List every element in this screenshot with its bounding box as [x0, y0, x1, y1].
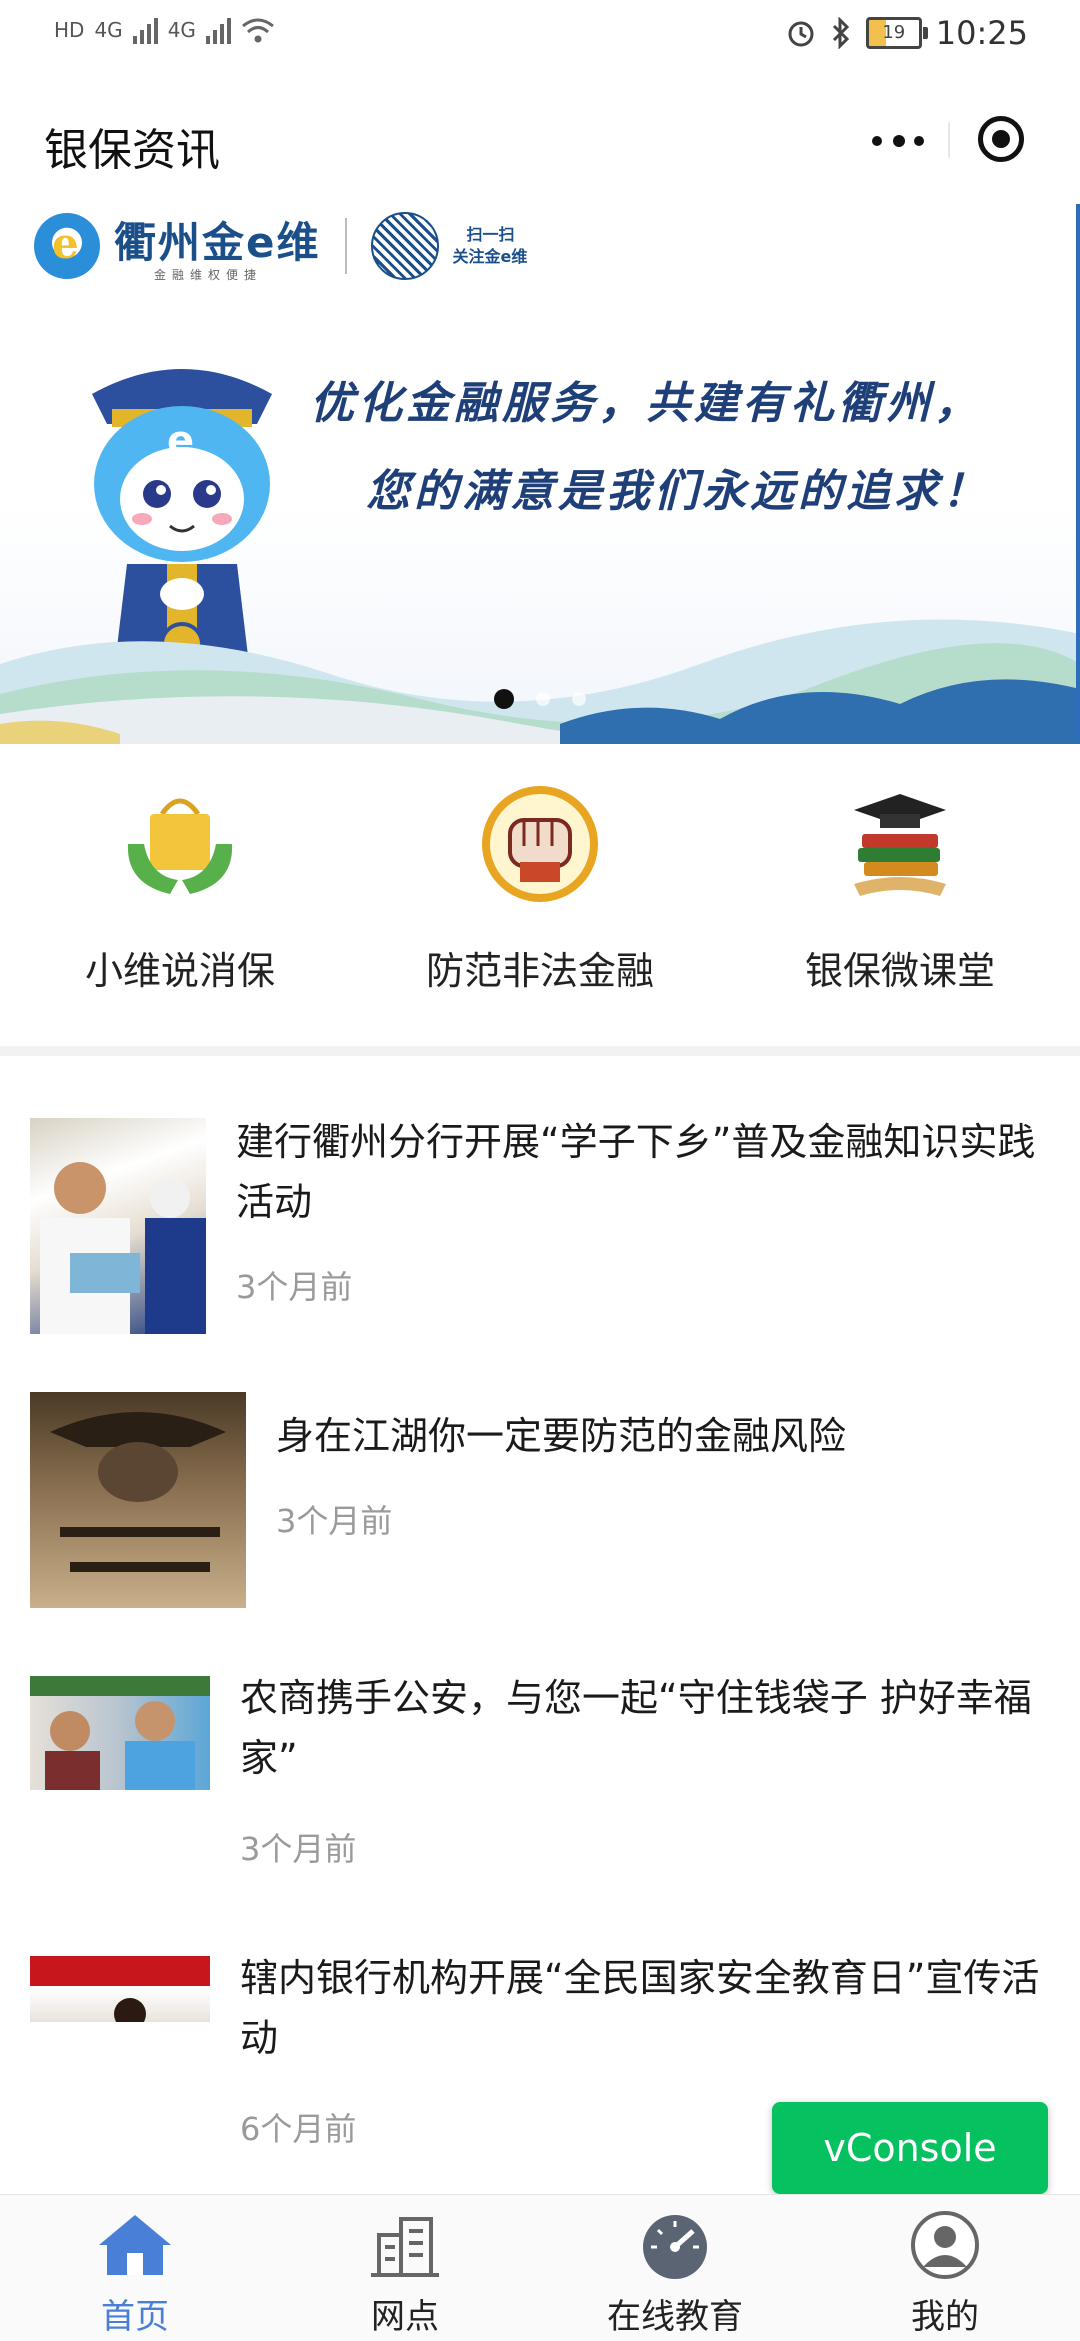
clock: 10:25: [935, 14, 1028, 52]
tab-label: 网点: [371, 2297, 439, 2337]
home-icon: [99, 2215, 171, 2275]
close-miniprogram-button[interactable]: [978, 116, 1024, 162]
brand-text: 衢州金e维 金融维权便捷: [114, 209, 321, 283]
qr-caption-line1: 扫一扫: [466, 225, 515, 244]
svg-text:e: e: [167, 418, 194, 464]
user-icon: [911, 2211, 979, 2279]
network-label-1: 4G: [94, 18, 123, 42]
news-item[interactable]: 建行衢州分行开展“学子下乡”普及金融知识实践活动 3个月前: [0, 1112, 1080, 1334]
banner-slogan: 优化金融服务，共建有礼衢州， 您的满意是我们永远的追求！: [310, 360, 1010, 536]
section-divider: [0, 1046, 1080, 1056]
brand-name: 衢州金e维: [114, 218, 321, 267]
news-thumbnail: [30, 1118, 206, 1334]
tab-mine[interactable]: 我的: [810, 2209, 1080, 2338]
page-scrollbar[interactable]: [1076, 204, 1080, 744]
news-title: 辖内银行机构开展“全民国家安全教育日”宣传活动: [240, 1956, 1040, 2060]
more-dot-icon: [914, 136, 924, 146]
building-icon: [371, 2217, 439, 2277]
more-options-button[interactable]: [868, 122, 928, 158]
qr-caption: 扫一扫 关注金e维: [453, 224, 528, 268]
news-thumbnail: [30, 1956, 210, 2022]
carousel-dot-active[interactable]: [494, 689, 514, 709]
news-thumbnail-image: [40, 1162, 206, 1334]
status-left: HD 4G 4G: [54, 16, 275, 44]
shopping-bag-hands-icon: [127, 798, 233, 894]
more-dot-icon: [872, 136, 882, 146]
news-time: 3个月前: [240, 1830, 357, 1868]
status-bar: HD 4G 4G 19 10:25: [0, 0, 1080, 78]
wifi-icon: [241, 18, 274, 43]
news-thumbnail-image: [30, 1676, 210, 1790]
news-thumbnail-image: [50, 1412, 226, 1572]
network-label-2: 4G: [167, 18, 196, 42]
news-title: 农商携手公安，与您一起“守住钱袋子 护好幸福家”: [240, 1676, 1032, 1780]
vconsole-button[interactable]: vConsole: [772, 2102, 1048, 2194]
news-time: 3个月前: [236, 1268, 353, 1306]
page-title: 银保资讯: [44, 125, 220, 176]
bluetooth-icon: [832, 17, 849, 49]
carousel-dot[interactable]: [536, 692, 550, 706]
signal-icon-2: [205, 16, 231, 44]
news-title: 建行衢州分行开展“学子下乡”普及金融知识实践活动: [236, 1120, 1036, 1224]
bottom-tab-bar: 首页 网点 在线教育 我的: [0, 2194, 1080, 2341]
brand-header: 衢州金e维 金融维权便捷 扫一扫 关注金e维: [34, 204, 527, 288]
capsule-divider: [948, 122, 950, 158]
tab-branches[interactable]: 网点: [270, 2209, 540, 2338]
status-right: 19 10:25: [786, 14, 1028, 52]
qr-code-icon: [370, 212, 439, 280]
brand-logo-icon: [34, 213, 100, 279]
fist-icon: [482, 786, 598, 902]
category-label: 防范非法金融: [425, 949, 654, 993]
news-time: 3个月前: [276, 1502, 393, 1540]
slogan-line-2: 您的满意是我们永远的追求！: [366, 466, 990, 517]
news-item[interactable]: 身在江湖你一定要防范的金融风险 3个月前: [0, 1392, 1080, 1608]
tab-label: 首页: [101, 2297, 169, 2337]
slogan-line-1: 优化金融服务，共建有礼衢州，: [310, 378, 982, 429]
tab-label: 在线教育: [607, 2297, 743, 2337]
banner-carousel[interactable]: 衢州金e维 金融维权便捷 扫一扫 关注金e维 e 优化金融服务，共建有礼衢州， …: [0, 204, 1080, 744]
carousel-dot[interactable]: [572, 692, 586, 706]
banner-hills-decoration: [0, 619, 1080, 744]
category-label: 小维说消保: [84, 949, 275, 993]
news-thumbnail: [30, 1676, 210, 1790]
qr-caption-line2: 关注金e维: [452, 247, 528, 266]
tab-home[interactable]: 首页: [0, 2209, 270, 2338]
hd-label: HD: [54, 18, 85, 42]
news-title: 身在江湖你一定要防范的金融风险: [276, 1414, 847, 1458]
more-dot-icon: [893, 135, 905, 147]
news-item[interactable]: 农商携手公安，与您一起“守住钱袋子 护好幸福家” 3个月前: [0, 1668, 1080, 1888]
gauge-icon: [643, 2215, 707, 2279]
carousel-indicators: [0, 689, 1080, 709]
category-grid: 小维说消保 防范非法金融 银保微课堂: [0, 744, 1080, 1046]
category-micro-class[interactable]: 银保微课堂: [720, 784, 1080, 995]
category-anti-illegal-finance[interactable]: 防范非法金融: [360, 784, 720, 995]
category-consumer-protection[interactable]: 小维说消保: [0, 784, 360, 995]
nav-bar: 银保资讯: [0, 78, 1080, 204]
news-time: 6个月前: [240, 2110, 357, 2148]
tab-online-education[interactable]: 在线教育: [540, 2209, 810, 2338]
alarm-icon: [788, 21, 814, 47]
news-thumbnail: [30, 1392, 246, 1608]
signal-icon: [132, 16, 158, 44]
brand-divider: [344, 218, 347, 274]
news-thumbnail-image: [30, 1956, 210, 2022]
graduation-books-icon: [854, 794, 946, 896]
category-label: 银保微课堂: [804, 949, 995, 993]
miniprogram-capsule: [838, 108, 1038, 172]
tab-label: 我的: [911, 2297, 979, 2337]
battery-icon: 19: [865, 17, 928, 49]
